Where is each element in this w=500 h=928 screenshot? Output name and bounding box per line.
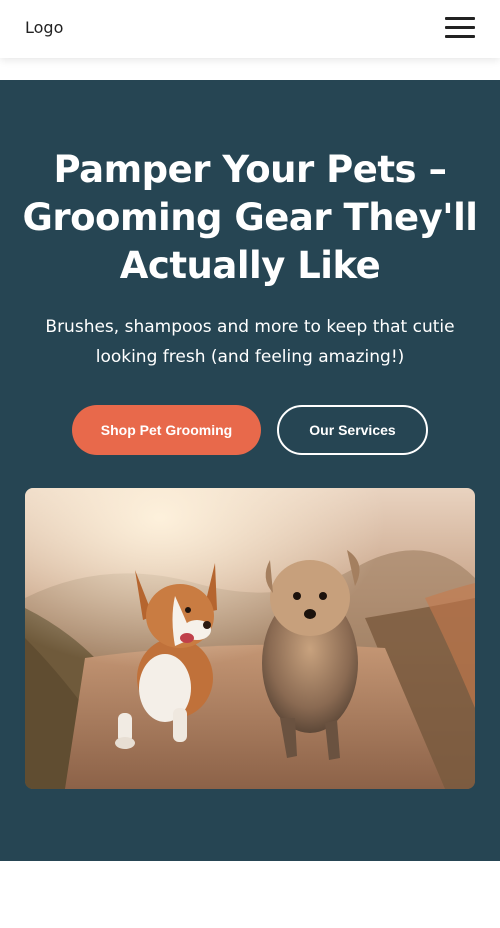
hero-subtitle: Brushes, shampoos and more to keep that … [45,317,455,367]
page: Logo Pamper Your Pets – Grooming Gear Th… [0,0,500,928]
hero-section: Pamper Your Pets – Grooming Gear They'll… [0,80,500,861]
hamburger-menu-icon[interactable] [445,17,475,39]
our-services-button[interactable]: Our Services [277,405,428,455]
dogs-photo-illustration [25,488,475,789]
logo[interactable]: Logo [25,18,63,37]
hero-dogs-image [25,488,475,789]
shop-pet-grooming-button[interactable]: Shop Pet Grooming [72,405,261,455]
site-header: Logo [0,0,500,58]
hero-title: Pamper Your Pets – Grooming Gear They'll… [22,148,478,287]
hamburger-line [445,35,475,38]
hamburger-line [445,26,475,29]
hamburger-line [445,17,475,20]
